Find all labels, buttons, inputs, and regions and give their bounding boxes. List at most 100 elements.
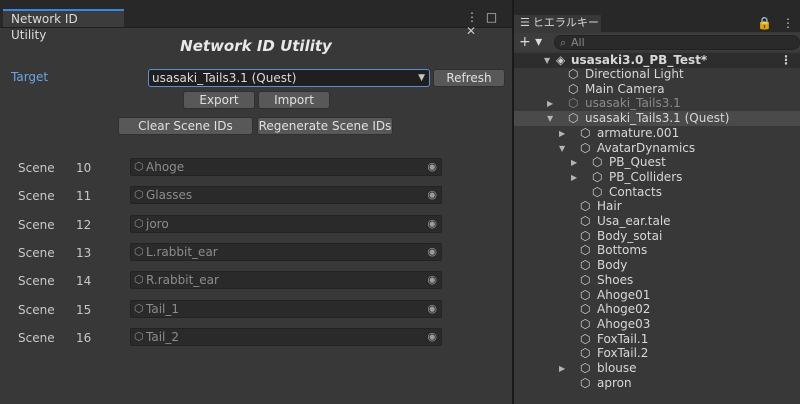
hierarchy-item[interactable]: ⬡ FoxTail.2 bbox=[514, 346, 800, 361]
scene-id-row: Scene 13 ⬡ L.rabbit_ear ◉ bbox=[0, 242, 512, 263]
refresh-button[interactable]: Refresh bbox=[433, 69, 505, 87]
hierarchy-item[interactable]: ⬡ Shoes bbox=[514, 273, 800, 288]
expand-arrow-icon[interactable]: ▶ bbox=[559, 126, 565, 141]
object-field[interactable]: ⬡ Ahoge ◉ bbox=[130, 158, 442, 176]
scene-label: Scene bbox=[18, 217, 55, 232]
cube-icon: ⬡ bbox=[580, 346, 591, 361]
cube-icon: ⬡ bbox=[580, 331, 591, 346]
object-field[interactable]: ⬡ R.rabbit_ear ◉ bbox=[130, 271, 442, 290]
hierarchy-item[interactable]: ⬡ Directional Light bbox=[514, 67, 800, 82]
hierarchy-item[interactable]: ▶ ⬡ armature.001 bbox=[514, 126, 800, 141]
scene-id-value: 11 bbox=[76, 189, 92, 204]
tab-hierarchy[interactable]: ☰ ヒエラルキー bbox=[514, 15, 601, 32]
regenerate-scene-ids-button[interactable]: Regenerate Scene IDs bbox=[257, 117, 393, 135]
scene-id-value: 14 bbox=[76, 274, 92, 289]
hierarchy-item[interactable]: ⬡ apron bbox=[514, 376, 800, 391]
expand-arrow-icon[interactable]: ▶ bbox=[559, 361, 565, 376]
window-tab-bar: Network ID Utility ⋮ □ ✕ bbox=[0, 0, 512, 42]
cube-icon: ⬡ bbox=[580, 199, 591, 214]
hierarchy-item[interactable]: ⬡ Hair bbox=[514, 199, 800, 214]
hierarchy-item[interactable]: ⬡ Body_sotai bbox=[514, 229, 800, 244]
cube-icon: ⬡ bbox=[134, 188, 144, 202]
scene-label: Scene bbox=[18, 161, 55, 175]
hierarchy-item[interactable]: ▼ ⬡ AvatarDynamics bbox=[514, 141, 800, 156]
object-picker-icon[interactable]: ◉ bbox=[427, 244, 437, 260]
hierarchy-item[interactable]: ⬡ Ahoge02 bbox=[514, 302, 800, 317]
cube-icon: ⬡ bbox=[580, 361, 591, 375]
hierarchy-search-input[interactable]: ⌕ All bbox=[554, 35, 800, 50]
scene-id-row: Scene 11 ⬡ Glasses ◉ bbox=[0, 186, 512, 206]
hierarchy-item[interactable]: ▶ ⬡ PB_Colliders bbox=[514, 170, 800, 185]
cube-icon: ⬡ bbox=[568, 81, 579, 96]
hierarchy-window: ☰ ヒエラルキー 🔒 ⋮ + ▾ ⌕ All ▼ ◈ usasaki3.0_PB_… bbox=[514, 0, 800, 404]
expand-arrow-icon[interactable]: ▶ bbox=[547, 96, 553, 111]
hierarchy-item[interactable]: ⬡ Contacts bbox=[514, 185, 800, 200]
tab-network-id-utility[interactable]: Network ID Utility bbox=[3, 9, 124, 42]
hierarchy-item-label: PB_Quest bbox=[609, 155, 666, 170]
hierarchy-item-label: apron bbox=[597, 375, 632, 390]
cube-icon: ⬡ bbox=[134, 329, 144, 343]
hierarchy-item-label: Body_sotai bbox=[597, 228, 663, 243]
import-button[interactable]: Import bbox=[258, 91, 330, 109]
hierarchy-item[interactable]: ⬡ Bottoms bbox=[514, 243, 800, 258]
hierarchy-item[interactable]: ⬡ Ahoge01 bbox=[514, 288, 800, 303]
scene-label: Scene bbox=[18, 245, 55, 260]
hierarchy-tab-bar: ☰ ヒエラルキー 🔒 ⋮ bbox=[514, 0, 800, 32]
object-picker-icon[interactable]: ◉ bbox=[427, 216, 437, 232]
object-field[interactable]: ⬡ Tail_1 ◉ bbox=[130, 299, 442, 318]
object-picker-icon[interactable]: ◉ bbox=[427, 159, 437, 175]
cube-icon: ⬡ bbox=[568, 96, 579, 111]
collapse-arrow-icon[interactable]: ▼ bbox=[544, 53, 550, 68]
expand-arrow-icon[interactable]: ▶ bbox=[571, 170, 577, 185]
object-name: R.rabbit_ear bbox=[146, 273, 219, 288]
collapse-arrow-icon[interactable]: ▼ bbox=[559, 141, 565, 156]
object-picker-icon[interactable]: ◉ bbox=[427, 301, 437, 317]
collapse-arrow-icon[interactable]: ▼ bbox=[547, 111, 553, 126]
hierarchy-item[interactable]: ▶ ⬡ usasaki_Tails3.1 bbox=[514, 96, 800, 111]
hierarchy-item[interactable]: ⬡ Usa_ear.tale bbox=[514, 214, 800, 229]
hierarchy-toolbar: + ▾ ⌕ All bbox=[514, 33, 800, 51]
hierarchy-item[interactable]: ⬡ FoxTail.1 bbox=[514, 332, 800, 347]
cube-icon: ⬡ bbox=[134, 301, 144, 315]
cube-icon: ⬡ bbox=[134, 216, 144, 230]
export-button[interactable]: Export bbox=[183, 91, 255, 109]
hierarchy-item[interactable]: ▶ ⬡ PB_Quest bbox=[514, 155, 800, 170]
scene-root-row[interactable]: ▼ ◈ usasaki3.0_PB_Test* ⋮ bbox=[514, 53, 800, 68]
object-picker-icon[interactable]: ◉ bbox=[427, 187, 437, 203]
cube-icon: ⬡ bbox=[568, 111, 579, 126]
cube-icon: ⬡ bbox=[580, 140, 591, 155]
hierarchy-list-icon: ☰ bbox=[520, 16, 530, 29]
object-field[interactable]: ⬡ Glasses ◉ bbox=[130, 186, 442, 205]
unity-scene-icon: ◈ bbox=[556, 53, 566, 67]
add-object-button[interactable]: + ▾ bbox=[519, 33, 542, 51]
object-field[interactable]: ⬡ Tail_2 ◉ bbox=[130, 327, 442, 346]
object-field[interactable]: ⬡ joro ◉ bbox=[130, 214, 442, 233]
more-options-icon[interactable]: ⋮ bbox=[782, 16, 794, 30]
hierarchy-item[interactable]: ⬡ Body bbox=[514, 258, 800, 273]
object-picker-icon[interactable]: ◉ bbox=[427, 272, 437, 288]
hierarchy-item[interactable]: ▶ ⬡ blouse bbox=[514, 361, 800, 376]
lock-icon[interactable]: 🔒 bbox=[757, 16, 772, 30]
cube-icon: ⬡ bbox=[592, 184, 603, 199]
object-name: joro bbox=[146, 216, 169, 231]
more-options-icon[interactable]: ⋮ bbox=[466, 10, 478, 24]
hierarchy-item[interactable]: ▼ ⬡ usasaki_Tails3.1 (Quest) bbox=[514, 111, 800, 127]
close-icon[interactable]: ✕ bbox=[466, 24, 476, 38]
scene-id-value: 10 bbox=[76, 161, 92, 175]
hierarchy-item[interactable]: ⬡ Ahoge03 bbox=[514, 317, 800, 332]
maximize-icon[interactable]: □ bbox=[486, 10, 497, 24]
panel-divider[interactable] bbox=[512, 0, 513, 404]
expand-arrow-icon[interactable]: ▶ bbox=[571, 155, 577, 170]
object-field[interactable]: ⬡ L.rabbit_ear ◉ bbox=[130, 242, 442, 261]
target-object-select[interactable]: usasaki_Tails3.1 (Quest) ▼ bbox=[148, 69, 430, 87]
more-options-icon[interactable]: ⋮ bbox=[780, 53, 792, 68]
hierarchy-item-label: Ahoge01 bbox=[597, 287, 651, 302]
object-picker-icon[interactable]: ◉ bbox=[427, 329, 437, 345]
cube-icon: ⬡ bbox=[580, 287, 591, 302]
scene-name: usasaki3.0_PB_Test* bbox=[571, 53, 708, 67]
network-id-utility-window: Network ID Utility ⋮ □ ✕ Network ID Util… bbox=[0, 0, 512, 404]
clear-scene-ids-button[interactable]: Clear Scene IDs bbox=[118, 117, 253, 135]
hierarchy-item[interactable]: ⬡ Main Camera bbox=[514, 82, 800, 97]
hierarchy-item-label: Main Camera bbox=[585, 81, 665, 96]
object-name: Tail_2 bbox=[146, 329, 179, 344]
